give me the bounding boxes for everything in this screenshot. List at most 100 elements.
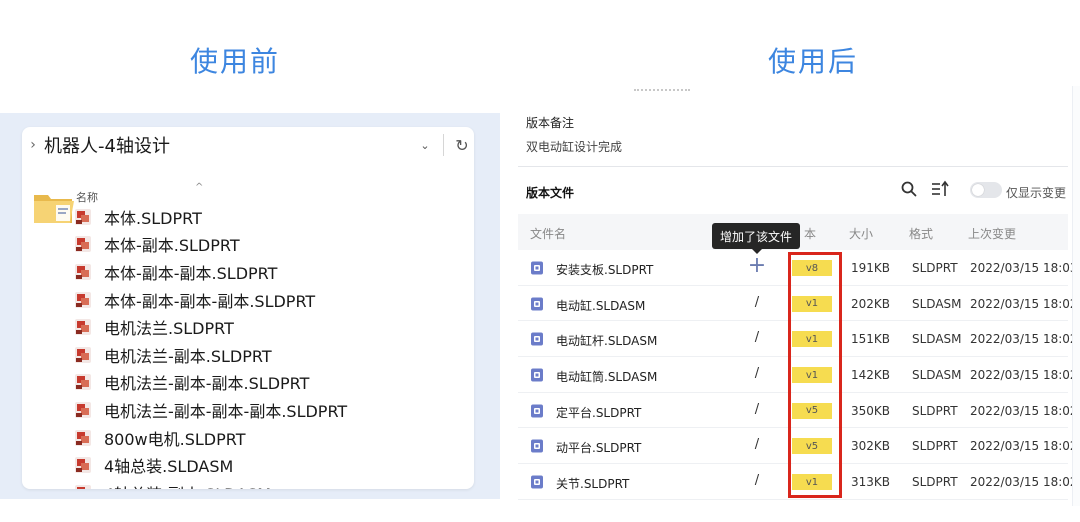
address-divider bbox=[443, 134, 444, 156]
file-icon bbox=[531, 404, 543, 418]
toggle-knob bbox=[972, 184, 984, 196]
file-icon bbox=[531, 297, 543, 311]
filter-icon[interactable] bbox=[930, 180, 950, 198]
explorer-file-item[interactable]: 电机法兰-副本-副本-副本.SLDPRT bbox=[74, 396, 347, 424]
row-last-changed: 2022/03/15 18:02 bbox=[970, 332, 1078, 347]
chevron-right-icon[interactable]: › bbox=[22, 137, 44, 153]
explorer-file-name: 本体-副本-副本.SLDPRT bbox=[104, 263, 278, 283]
row-change-status: / bbox=[754, 473, 760, 489]
explorer-file-name: 4轴总装-副本.SLDASM bbox=[104, 481, 271, 489]
row-size: 191KB bbox=[851, 261, 891, 275]
explorer-file-item[interactable]: 4轴总装-副本.SLDASM bbox=[74, 479, 347, 489]
solidworks-file-icon bbox=[75, 374, 91, 391]
heading-before: 使用前 bbox=[190, 45, 281, 78]
solidworks-file-icon bbox=[75, 346, 91, 363]
show-changes-label: 仅显示变更 bbox=[1006, 186, 1067, 200]
explorer-file-name: 电机法兰-副本-副本-副本.SLDPRT bbox=[104, 401, 348, 421]
solidworks-file-icon bbox=[75, 429, 91, 446]
row-last-changed: 2022/03/15 18:02 bbox=[970, 439, 1078, 454]
file-icon bbox=[531, 439, 543, 453]
after-panel: 版本备注 双电动缸设计完成 版本文件 仅显示变更 文件名 本 大小 格式 上次变… bbox=[500, 86, 1080, 506]
before-panel: › 机器人-4轴设计 ⌄ ↻ ^ 名称 本体.SLDPRT 本体-副本.SLDPR… bbox=[0, 113, 500, 499]
version-note-value: 双电动缸设计完成 bbox=[526, 140, 623, 154]
row-format: SLDASM bbox=[912, 296, 962, 311]
row-filename[interactable]: 电动缸筒.SLDASM bbox=[556, 368, 657, 385]
explorer-file-name: 800w电机.SLDPRT bbox=[104, 429, 246, 449]
explorer-file-item[interactable]: 本体-副本-副本-副本.SLDPRT bbox=[74, 286, 347, 314]
cut-off-text bbox=[634, 89, 690, 93]
row-format: SLDPRT bbox=[912, 403, 958, 418]
explorer-file-item[interactable]: 电机法兰.SLDPRT bbox=[74, 313, 347, 341]
explorer-file-item[interactable]: 800w电机.SLDPRT bbox=[74, 424, 347, 452]
col-format[interactable]: 格式 bbox=[909, 225, 933, 242]
show-changes-toggle[interactable] bbox=[970, 182, 1002, 198]
col-last-changed[interactable]: 上次变更 bbox=[968, 225, 1016, 242]
explorer-file-item[interactable]: 电机法兰-副本.SLDPRT bbox=[74, 341, 347, 369]
solidworks-file-icon bbox=[75, 457, 91, 474]
row-last-changed: 2022/03/15 18:02 bbox=[970, 296, 1078, 311]
row-last-changed: 2022/03/15 18:02 bbox=[970, 403, 1078, 418]
explorer-file-name: 电机法兰.SLDPRT bbox=[104, 319, 234, 339]
row-filename[interactable]: 动平台.SLDPRT bbox=[556, 439, 641, 456]
explorer-file-item[interactable]: 4轴总装.SLDASM bbox=[74, 451, 347, 479]
solidworks-file-icon bbox=[75, 291, 91, 308]
col-filename[interactable]: 文件名 bbox=[530, 225, 566, 242]
tooltip-arrow bbox=[752, 249, 762, 254]
row-size: 350KB bbox=[851, 403, 891, 418]
row-filename[interactable]: 电动缸.SLDASM bbox=[556, 297, 645, 314]
plus-icon: + bbox=[747, 253, 767, 278]
file-icon bbox=[531, 475, 543, 489]
explorer-file-item[interactable]: 电机法兰-副本-副本.SLDPRT bbox=[74, 369, 347, 397]
explorer-file-list: 本体.SLDPRT 本体-副本.SLDPRT 本体-副本-副本.SLDPRT 本体-副… bbox=[74, 203, 347, 489]
row-size: 142KB bbox=[851, 368, 891, 383]
row-filename[interactable]: 定平台.SLDPRT bbox=[556, 404, 641, 421]
refresh-icon[interactable]: ↻ bbox=[450, 136, 474, 155]
explorer-file-name: 本体.SLDPRT bbox=[104, 208, 202, 228]
col-version[interactable]: 本 bbox=[804, 225, 816, 242]
row-change-status: / bbox=[754, 330, 760, 346]
solidworks-file-icon bbox=[75, 208, 91, 225]
folder-icon bbox=[34, 195, 74, 223]
search-icon[interactable] bbox=[900, 180, 918, 198]
solidworks-file-icon bbox=[75, 263, 91, 280]
explorer-file-item[interactable]: 本体-副本.SLDPRT bbox=[74, 231, 347, 259]
explorer-file-item[interactable]: 本体.SLDPRT bbox=[74, 203, 347, 231]
row-format: SLDASM bbox=[912, 368, 962, 383]
solidworks-file-icon bbox=[75, 236, 91, 253]
row-format: SLDPRT bbox=[912, 475, 958, 490]
row-format: SLDASM bbox=[912, 332, 962, 347]
explorer-file-name: 电机法兰-副本.SLDPRT bbox=[104, 346, 272, 366]
explorer-file-item[interactable]: 本体-副本-副本.SLDPRT bbox=[74, 258, 347, 286]
solidworks-file-icon bbox=[75, 401, 91, 418]
chevron-down-icon[interactable]: ⌄ bbox=[413, 139, 437, 152]
solidworks-file-icon bbox=[75, 319, 91, 336]
sort-asc-icon[interactable]: ^ bbox=[195, 182, 203, 193]
row-format: SLDPRT bbox=[912, 439, 958, 454]
row-change-status: / bbox=[754, 401, 760, 417]
row-change-status: / bbox=[754, 366, 760, 382]
row-size: 302KB bbox=[851, 439, 891, 454]
version-highlight-box bbox=[788, 252, 842, 498]
heading-after: 使用后 bbox=[768, 45, 859, 78]
explorer-file-name: 本体-副本-副本-副本.SLDPRT bbox=[104, 291, 316, 311]
divider bbox=[518, 166, 1068, 167]
explorer-file-name: 4轴总装.SLDASM bbox=[104, 457, 234, 477]
row-filename[interactable]: 安装支板.SLDPRT bbox=[556, 261, 653, 278]
row-change-status: / bbox=[754, 437, 760, 453]
address-bar[interactable]: › 机器人-4轴设计 ⌄ ↻ bbox=[22, 127, 474, 163]
folder-path[interactable]: 机器人-4轴设计 bbox=[44, 132, 413, 158]
version-note-label: 版本备注 bbox=[526, 116, 575, 130]
file-icon bbox=[531, 332, 543, 346]
row-size: 202KB bbox=[851, 296, 891, 311]
version-files-title: 版本文件 bbox=[526, 186, 575, 200]
row-filename[interactable]: 电动缸杆.SLDASM bbox=[556, 332, 657, 349]
file-icon bbox=[531, 261, 543, 275]
row-filename[interactable]: 关节.SLDPRT bbox=[556, 475, 629, 492]
row-last-changed: 2022/03/15 18:02 bbox=[970, 475, 1078, 490]
row-last-changed: 2022/03/15 18:03 bbox=[970, 261, 1078, 275]
col-size[interactable]: 大小 bbox=[849, 225, 873, 242]
tooltip: 增加了该文件 bbox=[712, 223, 800, 249]
solidworks-file-icon bbox=[75, 484, 91, 489]
row-change-status: / bbox=[754, 294, 760, 310]
file-icon bbox=[531, 368, 543, 382]
